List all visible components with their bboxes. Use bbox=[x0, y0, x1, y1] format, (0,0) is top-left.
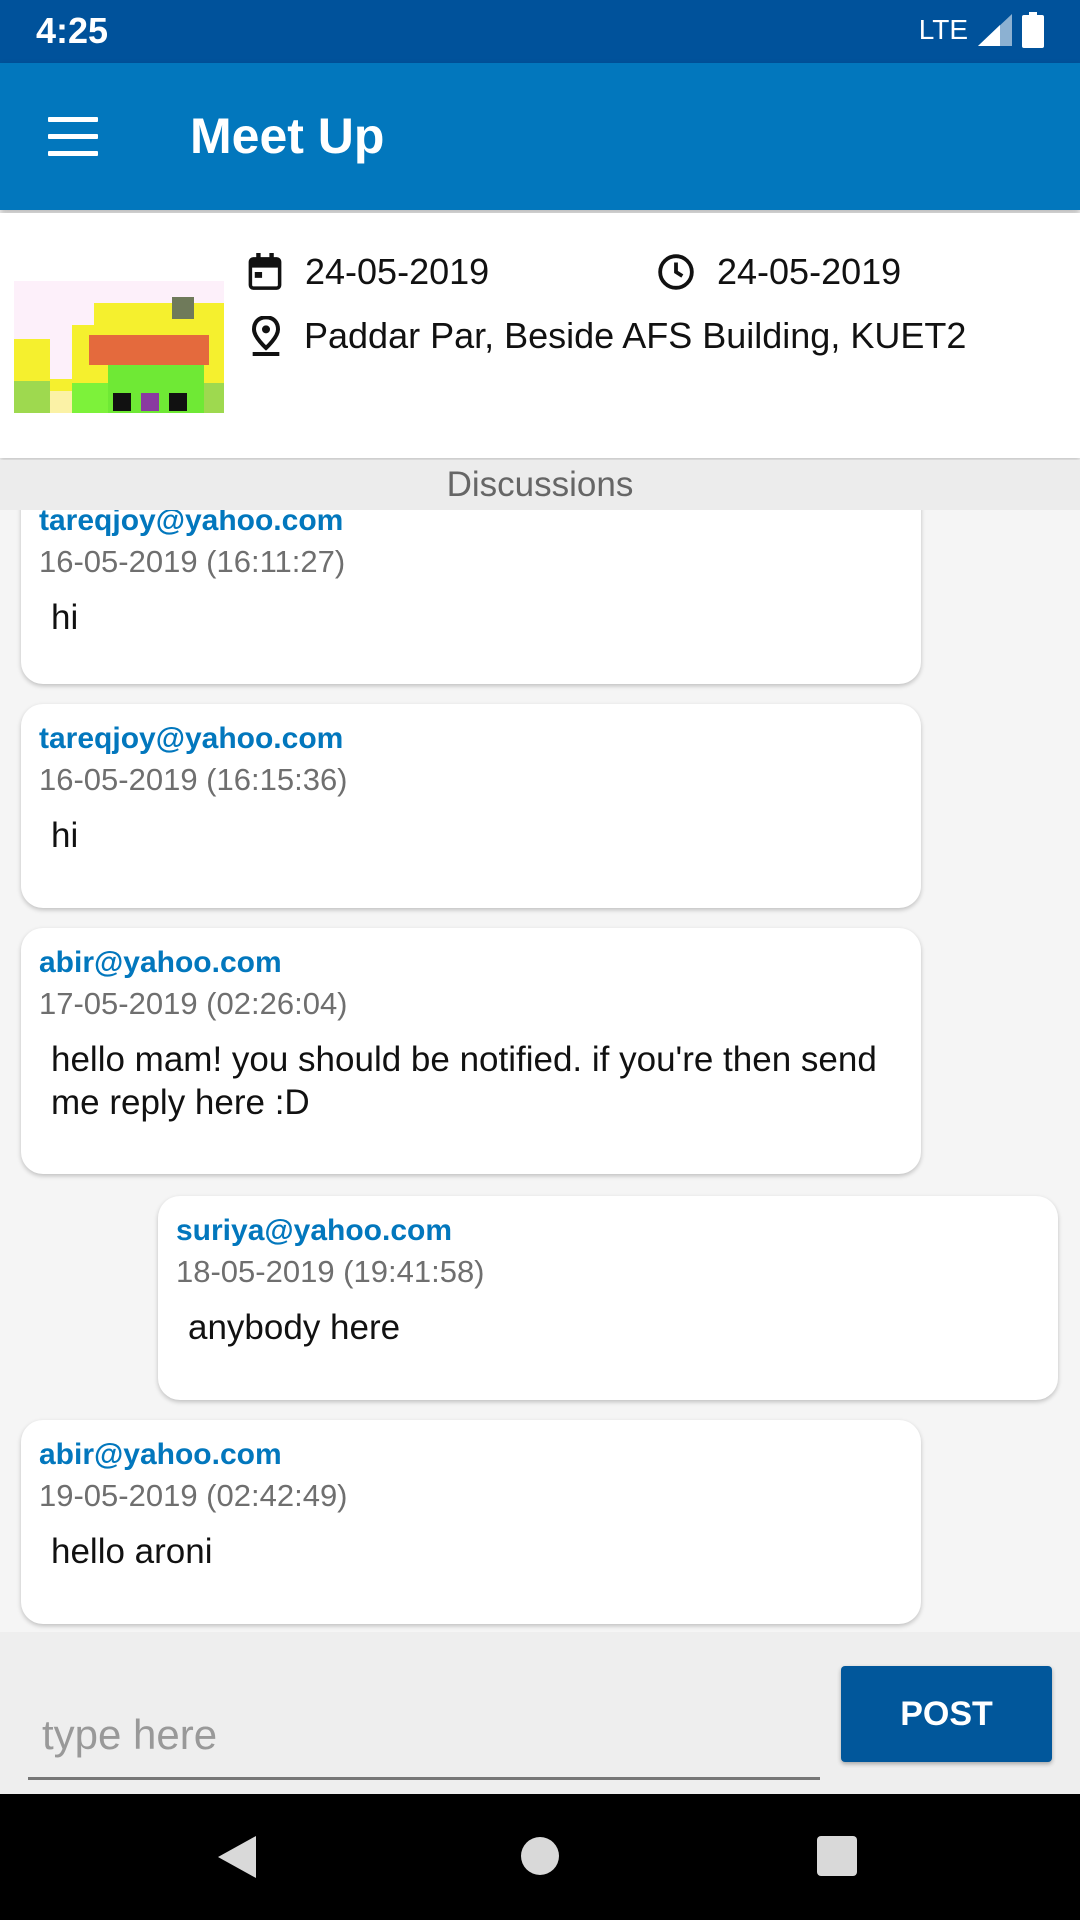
message-author[interactable]: suriya@yahoo.com bbox=[176, 1214, 1040, 1248]
battery-icon bbox=[1022, 12, 1044, 48]
message-card: tareqjoy@yahoo.com 16-05-2019 (16:11:27)… bbox=[21, 510, 921, 684]
status-time: 4:25 bbox=[36, 10, 109, 51]
calendar-icon bbox=[248, 253, 282, 290]
back-icon[interactable] bbox=[216, 1834, 258, 1880]
event-location: Paddar Par, Beside AFS Building, KUET2 bbox=[250, 315, 966, 357]
event-time: 24-05-2019 bbox=[657, 251, 901, 293]
message-composer: POST bbox=[0, 1632, 1080, 1794]
event-location-text: Paddar Par, Beside AFS Building, KUET2 bbox=[304, 315, 967, 356]
message-text: hi bbox=[51, 598, 79, 637]
message-card: abir@yahoo.com 17-05-2019 (02:26:04) hel… bbox=[21, 928, 921, 1174]
message-author[interactable]: abir@yahoo.com bbox=[39, 946, 903, 980]
message-timestamp: 18-05-2019 (19:41:58) bbox=[176, 1254, 485, 1289]
recents-icon[interactable] bbox=[817, 1836, 857, 1876]
page-title: Meet Up bbox=[190, 108, 385, 164]
event-info-card: 24-05-2019 24-05-2019 Paddar Par, Beside… bbox=[0, 213, 1080, 458]
message-timestamp: 17-05-2019 (02:26:04) bbox=[39, 986, 348, 1021]
event-date: 24-05-2019 bbox=[247, 251, 489, 293]
message-card: abir@yahoo.com 19-05-2019 (02:42:49) hel… bbox=[21, 1420, 921, 1624]
signal-icon bbox=[978, 14, 1012, 46]
message-author[interactable]: abir@yahoo.com bbox=[39, 1438, 903, 1472]
message-card: suriya@yahoo.com 18-05-2019 (19:41:58) a… bbox=[158, 1196, 1058, 1400]
discussions-header: Discussions bbox=[0, 460, 1080, 510]
clock-icon bbox=[658, 254, 694, 290]
event-thumbnail bbox=[14, 281, 224, 413]
message-text: anybody here bbox=[188, 1308, 401, 1347]
post-button[interactable]: POST bbox=[841, 1666, 1052, 1762]
message-timestamp: 16-05-2019 (16:15:36) bbox=[39, 762, 348, 797]
message-author[interactable]: tareqjoy@yahoo.com bbox=[39, 510, 903, 538]
menu-icon[interactable] bbox=[48, 117, 98, 156]
message-timestamp: 16-05-2019 (16:11:27) bbox=[39, 544, 346, 579]
message-list[interactable]: tareqjoy@yahoo.com 16-05-2019 (16:11:27)… bbox=[0, 510, 1080, 1632]
status-bar: 4:25 LTE bbox=[0, 0, 1080, 63]
message-author[interactable]: tareqjoy@yahoo.com bbox=[39, 722, 903, 756]
status-icons: LTE bbox=[919, 12, 1044, 48]
message-text: hi bbox=[51, 816, 79, 855]
system-nav-bar bbox=[0, 1794, 1080, 1920]
message-text: hello mam! you should be notified. if yo… bbox=[51, 1040, 877, 1122]
message-timestamp: 19-05-2019 (02:42:49) bbox=[39, 1478, 348, 1513]
message-text: hello aroni bbox=[51, 1532, 213, 1571]
message-card: tareqjoy@yahoo.com 16-05-2019 (16:15:36)… bbox=[21, 704, 921, 908]
event-time-text: 24-05-2019 bbox=[717, 251, 902, 292]
home-icon[interactable] bbox=[520, 1836, 560, 1876]
app-bar: Meet Up bbox=[0, 63, 1080, 210]
network-type: LTE bbox=[918, 14, 968, 45]
location-pin-icon bbox=[251, 316, 281, 356]
message-input[interactable] bbox=[28, 1692, 820, 1780]
event-date-text: 24-05-2019 bbox=[305, 251, 490, 292]
